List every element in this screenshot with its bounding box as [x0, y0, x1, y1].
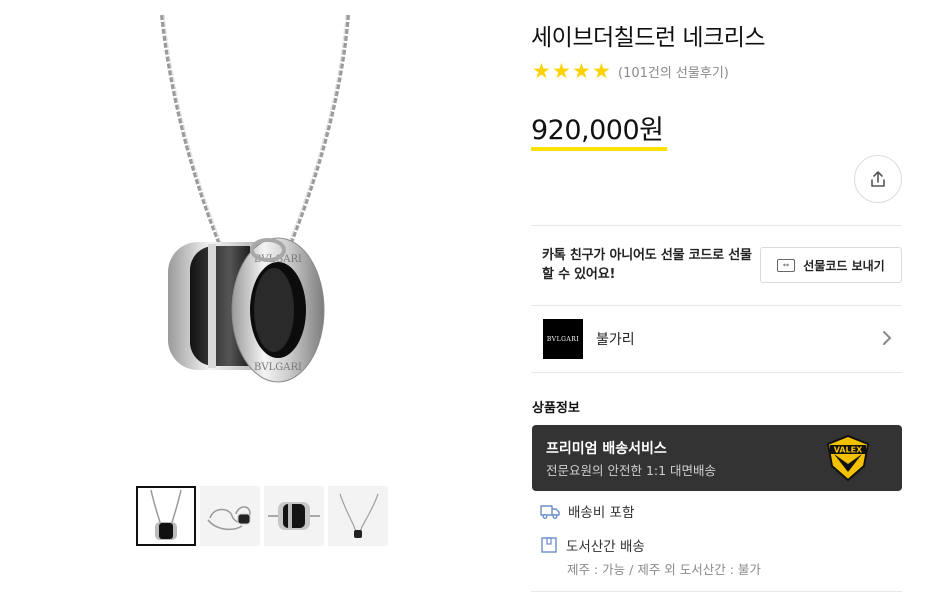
island-delivery-text: 도서산간 배송: [566, 539, 645, 555]
premium-delivery-title: 프리미엄 배송서비스: [546, 441, 667, 457]
price-highlight: [531, 147, 667, 151]
rating[interactable]: ★ ★ ★ ★ (101건의 선물후기): [532, 59, 729, 83]
island-delivery-detail: 제주 : 가능 / 제주 외 도서산간 : 불가: [567, 562, 761, 577]
thumbnail-4[interactable]: [328, 486, 388, 546]
price: 920,000원: [531, 115, 664, 146]
thumbnail-2[interactable]: [200, 486, 260, 546]
brand-name: 불가리: [596, 332, 635, 348]
premium-delivery-banner[interactable]: 프리미엄 배송서비스 전문요원의 안전한 1:1 대면배송 VALEX: [532, 425, 902, 491]
star-icon: ★: [572, 59, 591, 83]
send-gift-code-label: 선물코드 보내기: [803, 258, 885, 273]
share-button[interactable]: [854, 155, 902, 203]
price-block: 920,000원: [531, 108, 667, 151]
brand-logo: BVLGARI: [543, 319, 583, 359]
product-main-image: BVLGARI BVLGARI: [150, 10, 370, 400]
premium-delivery-subtitle: 전문요원의 안전한 1:1 대면배송: [546, 463, 717, 478]
star-icon: ★: [552, 59, 571, 83]
share-icon: [871, 171, 885, 187]
divider: [531, 372, 902, 373]
send-gift-code-button[interactable]: ** 선물코드 보내기: [760, 247, 902, 283]
svg-text:VALEX: VALEX: [834, 446, 863, 455]
thumbnail-1[interactable]: [136, 486, 196, 546]
review-count[interactable]: (101건의 선물후기): [618, 62, 729, 81]
thumbnail-strip: [136, 486, 388, 546]
svg-text:BVLGARI: BVLGARI: [254, 362, 302, 373]
ticket-icon: **: [777, 258, 796, 272]
product-info-title: 상품정보: [532, 401, 580, 416]
star-icon: ★: [532, 59, 551, 83]
product-title: 세이브더칠드런 네크리스: [531, 25, 766, 51]
thumbnail-3[interactable]: [264, 486, 324, 546]
shipping-fee-text: 배송비 포함: [568, 505, 635, 521]
truck-icon: [540, 505, 560, 519]
valex-logo: VALEX: [826, 434, 870, 482]
island-delivery-row: 도서산간 배송: [540, 535, 645, 555]
shipping-fee-row: 배송비 포함: [540, 501, 634, 521]
star-icon: ★: [592, 59, 611, 83]
divider: [531, 591, 902, 592]
gift-code-message: 카톡 친구가 아니어도 선물 코드로 선물 할 수 있어요!: [542, 248, 752, 282]
chevron-right-icon: [883, 331, 891, 345]
product-info-panel: 세이브더칠드런 네크리스 ★ ★ ★ ★ (101건의 선물후기) 920,00…: [531, 0, 902, 596]
divider: [531, 225, 902, 226]
brand-link[interactable]: BVLGARI 불가리: [531, 306, 902, 372]
box-icon: [541, 537, 557, 553]
svg-text:**: **: [783, 263, 790, 270]
